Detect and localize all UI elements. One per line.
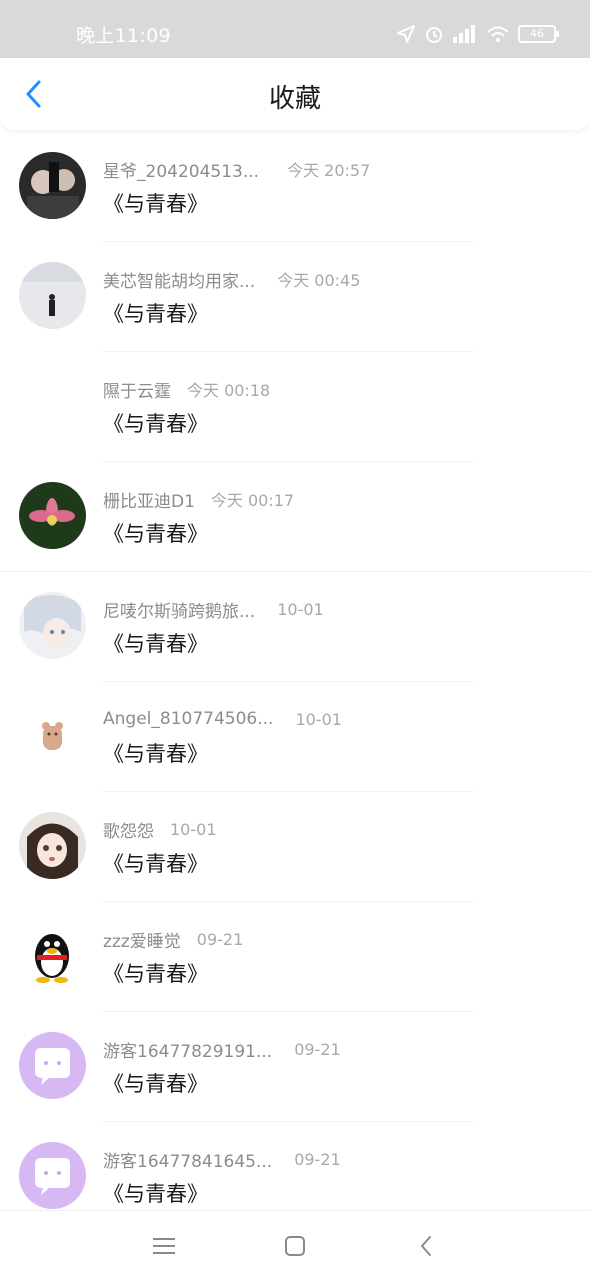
user-name[interactable]: 栅比亚迪D1	[103, 487, 195, 512]
battery-indicator: 46	[518, 25, 559, 43]
book-title[interactable]: 《与青春》	[103, 188, 208, 218]
timestamp: 今天 20:57	[287, 161, 371, 180]
book-title[interactable]: 《与青春》	[103, 738, 208, 768]
favorites-list: 星爷_204204513... 今天 20:57 《与青春》 美芯智能胡均用家.…	[0, 132, 590, 1232]
user-name[interactable]: zzz爱睡觉	[103, 927, 181, 952]
user-name[interactable]: 隰于云霆	[103, 377, 171, 402]
book-title[interactable]: 《与青春》	[103, 408, 208, 438]
book-title[interactable]: 《与青春》	[103, 518, 208, 548]
timestamp: 09-21	[196, 929, 244, 949]
back-icon	[421, 1236, 431, 1256]
list-item[interactable]: 星爷_204204513... 今天 20:57 《与青春》	[0, 132, 590, 242]
item-meta: Angel_810774506... 10-01	[103, 707, 342, 731]
list-item[interactable]: Angel_810774506... 10-01 《与青春》	[0, 682, 590, 792]
timestamp: 今天 00:17	[210, 491, 295, 510]
system-navigation-bar	[0, 1210, 590, 1281]
location-icon	[397, 25, 415, 43]
timestamp: 09-21	[294, 1149, 341, 1169]
list-item[interactable]: zzz爱睡觉 09-21 《与青春》	[0, 902, 590, 1012]
avatar[interactable]	[19, 1142, 86, 1209]
timestamp: 今天 00:45	[277, 271, 361, 290]
menu-icon	[153, 1238, 175, 1254]
book-title[interactable]: 《与青春》	[103, 958, 208, 988]
avatar[interactable]	[19, 482, 86, 549]
user-name[interactable]: 游客16477841645...	[103, 1147, 272, 1172]
item-meta: 栅比亚迪D1 今天 00:17	[103, 487, 295, 512]
item-meta: 歌怨怨 10-01	[103, 817, 217, 842]
item-meta: 星爷_204204513... 今天 20:57	[103, 157, 371, 182]
avatar[interactable]	[19, 812, 86, 879]
book-title[interactable]: 《与青春》	[103, 628, 208, 658]
list-item[interactable]: 栅比亚迪D1 今天 00:17 《与青春》	[0, 462, 590, 572]
list-item[interactable]: 歌怨怨 10-01 《与青春》	[0, 792, 590, 902]
status-icons: 46	[396, 22, 559, 46]
top-app-bar: 收藏	[0, 58, 590, 130]
list-item[interactable]: 隰于云霆 今天 00:18 《与青春》	[0, 352, 590, 462]
alarm-icon	[426, 27, 442, 43]
user-name[interactable]: 尼唛尔斯骑跨鹅旅...	[103, 597, 255, 622]
item-meta: 游客16477841645... 09-21	[103, 1147, 341, 1172]
user-name[interactable]: 美芯智能胡均用家...	[103, 267, 255, 292]
avatar[interactable]	[19, 152, 86, 219]
user-name[interactable]: 星爷_204204513...	[103, 157, 259, 182]
item-meta: 尼唛尔斯骑跨鹅旅... 10-01	[103, 597, 324, 622]
book-title[interactable]: 《与青春》	[103, 1178, 208, 1208]
status-time: 晚上11:09	[76, 25, 171, 47]
user-name[interactable]: Angel_810774506...	[103, 709, 273, 729]
user-name[interactable]: 歌怨怨	[103, 817, 154, 842]
item-meta: 游客16477829191... 09-21	[103, 1037, 341, 1062]
status-bar: 晚上11:09 46	[0, 0, 590, 58]
avatar[interactable]	[19, 1032, 86, 1099]
item-meta: 隰于云霆 今天 00:18	[103, 377, 271, 402]
item-meta: 美芯智能胡均用家... 今天 00:45	[103, 267, 361, 292]
list-item[interactable]: 尼唛尔斯骑跨鹅旅... 10-01 《与青春》	[0, 572, 590, 682]
timestamp: 10-01	[277, 599, 324, 619]
book-title[interactable]: 《与青春》	[103, 1068, 208, 1098]
home-button[interactable]	[280, 1231, 310, 1261]
avatar[interactable]	[19, 592, 86, 659]
menu-button[interactable]	[149, 1231, 179, 1261]
user-name[interactable]: 游客16477829191...	[103, 1037, 272, 1062]
avatar[interactable]	[19, 262, 86, 329]
avatar[interactable]	[19, 702, 86, 769]
timestamp: 09-21	[294, 1039, 341, 1059]
avatar[interactable]	[19, 922, 86, 989]
timestamp: 10-01	[295, 709, 342, 729]
book-title[interactable]: 《与青春》	[103, 848, 208, 878]
timestamp: 今天 00:18	[187, 381, 271, 400]
system-back-button[interactable]	[411, 1231, 441, 1261]
item-meta: zzz爱睡觉 09-21	[103, 927, 244, 952]
list-item[interactable]: 美芯智能胡均用家... 今天 00:45 《与青春》	[0, 242, 590, 352]
list-item[interactable]: 游客16477829191... 09-21 《与青春》	[0, 1012, 590, 1122]
book-title[interactable]: 《与青春》	[103, 298, 208, 328]
wifi-icon	[487, 26, 509, 42]
timestamp: 10-01	[170, 819, 217, 839]
page-title: 收藏	[268, 84, 321, 114]
home-square-icon	[285, 1236, 305, 1256]
signal-icon	[453, 25, 475, 43]
